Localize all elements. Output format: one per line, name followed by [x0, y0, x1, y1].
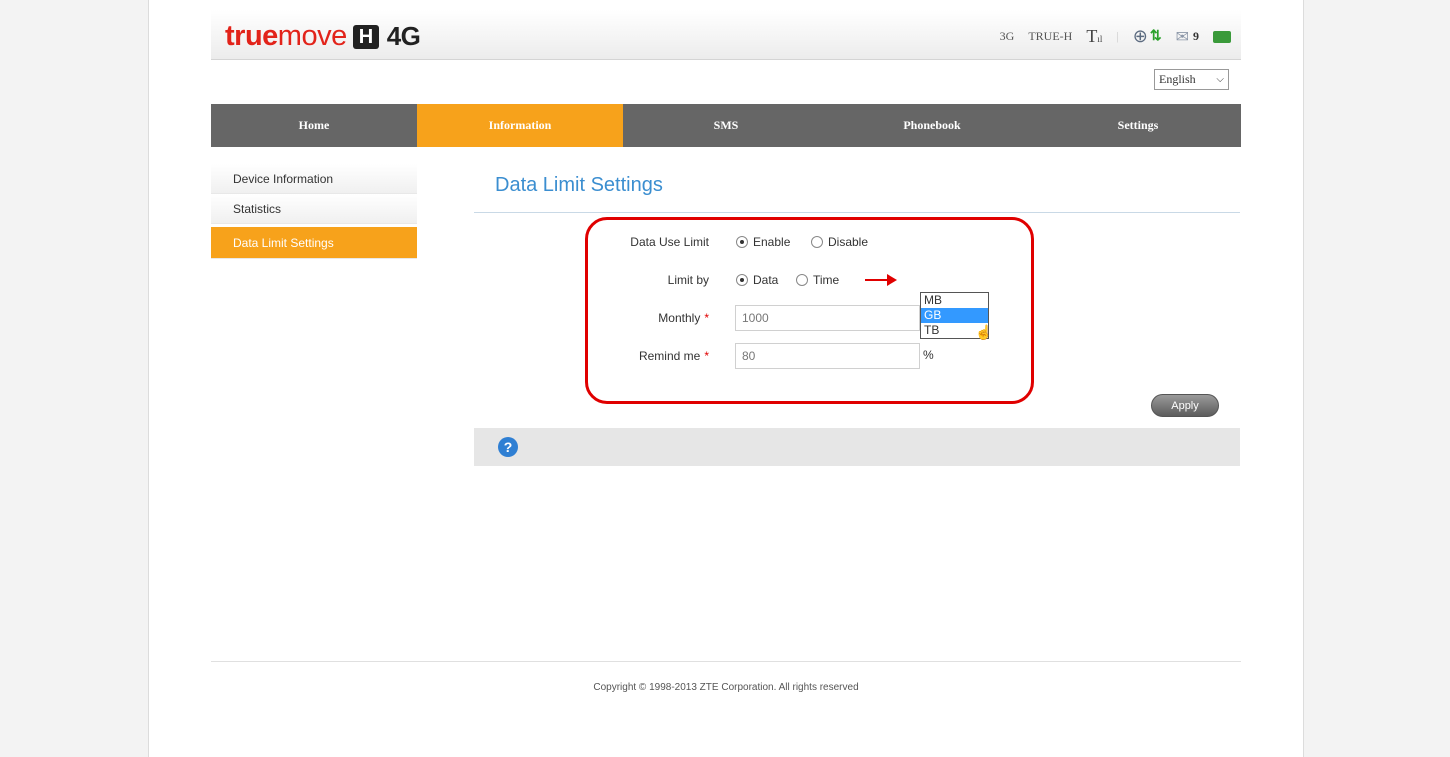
- language-select[interactable]: English ⌵: [1154, 69, 1229, 90]
- help-icon[interactable]: ?: [498, 437, 518, 457]
- truemove-logo: truemove H 4G: [225, 20, 421, 53]
- data-use-limit-label-text: Data Use Limit: [630, 235, 709, 249]
- globe-icon: ⊕: [1132, 26, 1148, 46]
- nav-phonebook[interactable]: Phonebook: [829, 104, 1035, 147]
- mouse-pointer-icon: ☝: [975, 324, 993, 340]
- disable-option[interactable]: Disable: [811, 235, 868, 249]
- nav-information[interactable]: Information: [417, 104, 623, 147]
- remind-me-unit: %: [923, 348, 934, 362]
- unit-option-gb[interactable]: GB: [921, 308, 988, 323]
- enable-option[interactable]: Enable: [736, 235, 790, 249]
- limit-by-label: Limit by: [559, 273, 709, 287]
- data-use-limit-label: Data Use Limit: [559, 235, 709, 249]
- monthly-required-mark: *: [704, 311, 709, 325]
- sidebar-item-statistics[interactable]: Statistics: [211, 194, 417, 224]
- main-nav: Home Information SMS Phonebook Settings: [211, 104, 1241, 147]
- disable-radio[interactable]: [811, 236, 823, 248]
- logo-true-text: true: [225, 20, 278, 52]
- status-divider: |: [1116, 29, 1119, 43]
- remind-me-input[interactable]: 80: [735, 343, 920, 369]
- monthly-label-text: Monthly: [658, 311, 701, 325]
- limit-by-data-option[interactable]: Data: [736, 273, 778, 287]
- sidebar-item-data-limit-settings[interactable]: Data Limit Settings: [211, 227, 417, 259]
- limit-by-time-label: Time: [813, 273, 840, 287]
- status-bar: 3G TRUE-H Tıl | ⊕ ⇅ ✉ 9: [1000, 26, 1231, 47]
- nav-sms[interactable]: SMS: [623, 104, 829, 147]
- remind-me-label: Remind me *: [559, 349, 709, 363]
- sidebar: Device Information Statistics Data Limit…: [211, 164, 417, 259]
- sidebar-item-device-information[interactable]: Device Information: [211, 164, 417, 194]
- enable-label: Enable: [753, 235, 791, 249]
- help-bar: ?: [474, 428, 1240, 466]
- copyright-text: Copyright © 1998-2013 ZTE Corporation. A…: [593, 682, 859, 693]
- limit-by-time-radio[interactable]: [796, 274, 808, 286]
- message-count: 9: [1193, 29, 1199, 43]
- nav-home[interactable]: Home: [211, 104, 417, 147]
- footer-divider: [211, 661, 1241, 662]
- arrow-annotation-icon: [865, 274, 897, 286]
- data-transfer-icon: ⇅: [1149, 29, 1162, 44]
- logo-move-text: move: [277, 20, 347, 52]
- monthly-input[interactable]: 1000: [735, 305, 920, 331]
- remind-me-required-mark: *: [704, 349, 709, 363]
- sim-card-icon: [1213, 30, 1231, 43]
- signal-strength-icon: Tıl: [1086, 26, 1103, 46]
- mail-icon[interactable]: ✉: [1176, 27, 1189, 47]
- disable-label: Disable: [828, 235, 869, 249]
- title-divider: [474, 212, 1240, 213]
- enable-radio[interactable]: [736, 236, 748, 248]
- page-title: Data Limit Settings: [495, 174, 663, 196]
- logo-h-badge: H: [352, 25, 379, 49]
- limit-by-data-radio[interactable]: [736, 274, 748, 286]
- apply-button[interactable]: Apply: [1151, 394, 1219, 417]
- chevron-down-icon: ⌵: [1216, 74, 1224, 85]
- limit-by-data-label: Data: [753, 273, 779, 287]
- monthly-label: Monthly *: [559, 311, 709, 325]
- language-selected: English: [1159, 72, 1196, 86]
- remind-me-label-text: Remind me: [638, 349, 701, 363]
- page-container: truemove H 4G 3G TRUE-H Tıl | ⊕ ⇅ ✉ 9 Engl…: [148, 0, 1304, 757]
- logo-4g-text: 4G: [386, 21, 421, 51]
- network-type: 3G: [999, 29, 1015, 43]
- operator-name: TRUE-H: [1028, 29, 1073, 43]
- limit-by-time-option[interactable]: Time: [796, 273, 839, 287]
- limit-by-label-text: Limit by: [667, 273, 709, 287]
- header: truemove H 4G 3G TRUE-H Tıl | ⊕ ⇅ ✉ 9: [211, 10, 1241, 60]
- unit-option-mb[interactable]: MB: [921, 293, 988, 308]
- nav-settings[interactable]: Settings: [1035, 104, 1241, 147]
